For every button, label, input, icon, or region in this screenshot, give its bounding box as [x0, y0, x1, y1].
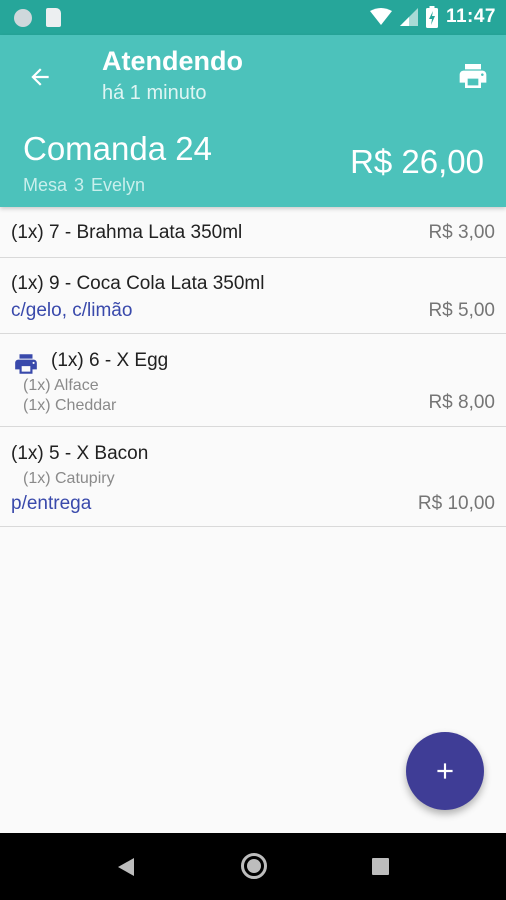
status-notifications [14, 8, 61, 27]
item-name: (1x) 6 - X Egg [51, 350, 169, 371]
item-price: R$ 5,00 [428, 300, 495, 321]
add-item-button[interactable] [406, 732, 484, 810]
status-bar: 11:47 [0, 0, 506, 35]
item-name: (1x) 5 - X Bacon [11, 443, 149, 464]
nav-home-icon[interactable] [241, 853, 267, 879]
signal-icon [399, 8, 418, 26]
nav-home-dot [247, 859, 261, 873]
item-price: R$ 3,00 [428, 222, 495, 243]
page-title: Atendendo [102, 46, 243, 76]
mesa-info: Mesa 3 Evelyn [23, 175, 146, 195]
status-system-icons: 11:47 [369, 6, 496, 28]
wifi-icon [369, 8, 392, 25]
item-price: R$ 10,00 [417, 493, 495, 514]
item-price: R$ 8,00 [428, 392, 495, 413]
item-note: c/gelo, c/limão [11, 300, 133, 321]
print-button[interactable] [454, 57, 492, 95]
clock: 11:47 [445, 6, 496, 27]
item-name: (1x) 7 - Brahma Lata 350ml [11, 222, 243, 243]
item-note: p/entrega [11, 493, 92, 514]
list-item[interactable]: (1x) 5 - X Bacon (1x) Catupiry p/entrega… [0, 427, 506, 527]
list-item[interactable]: (1x) 7 - Brahma Lata 350ml R$ 3,00 [0, 207, 506, 258]
add-icon [437, 763, 453, 779]
back-button[interactable] [22, 59, 58, 95]
battery-icon [425, 6, 438, 28]
notification-dot-icon [14, 8, 32, 27]
comanda-title: Comanda 24 [23, 130, 212, 167]
print-icon [459, 64, 487, 88]
order-total: R$ 26,00 [350, 143, 484, 180]
page-subtitle: há 1 minuto [102, 82, 207, 104]
list-item[interactable]: (1x) 9 - Coca Cola Lata 350ml c/gelo, c/… [0, 258, 506, 334]
order-items-list: (1x) 7 - Brahma Lata 350ml R$ 3,00 (1x) … [0, 207, 506, 527]
system-nav-bar [0, 833, 506, 900]
item-extra: (1x) Catupiry [23, 470, 115, 487]
nav-recents-icon[interactable] [372, 858, 389, 875]
screen: 11:47 Atendendo há 1 minuto Comanda 24 M… [0, 0, 506, 900]
item-extra: (1x) Alface [23, 377, 99, 394]
sd-card-icon [46, 8, 61, 27]
app-bar: Atendendo há 1 minuto Comanda 24 Mesa 3 … [0, 35, 506, 207]
item-extra: (1x) Cheddar [23, 397, 117, 414]
item-name: (1x) 9 - Coca Cola Lata 350ml [11, 273, 265, 294]
list-item[interactable]: (1x) 6 - X Egg (1x) Alface (1x) Cheddar … [0, 334, 506, 427]
printed-icon [15, 354, 37, 374]
arrow-back-icon [31, 68, 49, 86]
nav-back-icon[interactable] [117, 857, 135, 877]
